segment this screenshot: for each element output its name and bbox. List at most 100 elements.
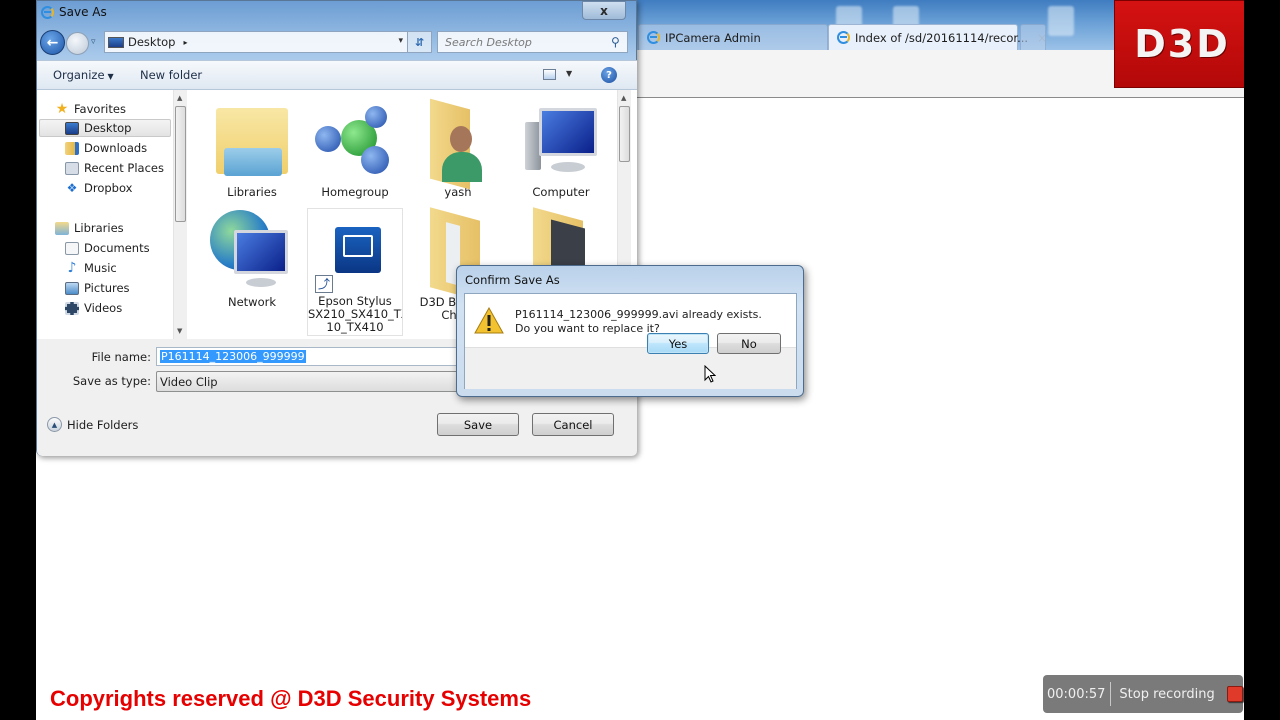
desktop-blur [1048, 6, 1074, 36]
nav-music[interactable]: ♪ Music [65, 259, 117, 277]
hide-folders-label: Hide Folders [67, 417, 139, 432]
nav-label: Videos [84, 301, 123, 315]
recording-timer: 00:00:57 [1047, 686, 1106, 702]
command-bar: Organize ▼ New folder ▼ ? [37, 60, 637, 90]
recorder-widget: 00:00:57 Stop recording [1043, 675, 1243, 713]
stop-icon[interactable] [1226, 686, 1243, 702]
navigation-pane: ★ Favorites Desktop Downloads Recent Pla… [37, 90, 187, 339]
scroll-up-icon[interactable]: ▲ [621, 94, 626, 102]
search-box[interactable]: ⚲ [437, 31, 628, 53]
file-name-label: File name: [91, 350, 151, 364]
close-button[interactable]: x [582, 1, 626, 20]
file-item[interactable]: Libraries [204, 98, 300, 199]
address-bar[interactable]: Desktop ▸ ▾ [104, 31, 408, 53]
change-view-icon[interactable] [543, 69, 556, 80]
help-icon[interactable]: ? [601, 67, 617, 83]
file-item[interactable]: Computer [513, 98, 609, 199]
ie-icon [41, 5, 54, 19]
new-tab-button[interactable] [1020, 24, 1046, 50]
nav-documents[interactable]: Documents [65, 239, 150, 257]
file-item[interactable]: ⤴ Epson Stylus SX210_SX410_TX2 10_TX410 … [307, 208, 403, 336]
stop-recording-label[interactable]: Stop recording [1119, 687, 1214, 702]
file-item[interactable]: Homegroup [307, 98, 403, 199]
file-item[interactable]: Network [204, 208, 300, 309]
nav-label: Libraries [74, 221, 124, 235]
no-button[interactable]: No [717, 333, 781, 354]
nav-libraries[interactable]: Libraries [55, 219, 124, 237]
file-name-value: P161114_123006_999999 [160, 350, 306, 363]
navigation-bar: ← ▿ Desktop ▸ ▾ ⇵ ⚲ [37, 29, 637, 57]
chevron-up-icon: ▲ [47, 417, 62, 432]
search-input[interactable] [438, 35, 611, 49]
file-name: Computer [532, 185, 590, 199]
recent-pages-dropdown[interactable]: ▿ [91, 37, 96, 47]
ie-icon [647, 31, 660, 44]
nav-recent-places[interactable]: Recent Places [65, 159, 164, 177]
refresh-button[interactable]: ⇵ [408, 31, 432, 53]
dropbox-icon: ❖ [66, 180, 78, 195]
nav-label: Dropbox [84, 181, 133, 195]
homegroup-icon [313, 98, 397, 182]
save-button[interactable]: Save [437, 413, 519, 436]
nav-label: Downloads [84, 141, 148, 155]
confirm-message: P161114_123006_999999.avi already exists… [515, 308, 762, 336]
new-folder-button[interactable]: New folder [140, 68, 202, 82]
breadcrumb-arrow-icon[interactable]: ▸ [183, 38, 187, 47]
mouse-cursor-icon [704, 365, 716, 383]
scrollbar-thumb[interactable] [619, 106, 630, 162]
nav-pane-scrollbar[interactable]: ▲ ▼ [173, 90, 187, 339]
file-name: Homegroup [321, 185, 389, 199]
back-button[interactable]: ← [40, 30, 65, 55]
nav-dropbox[interactable]: ❖ Dropbox [65, 179, 133, 197]
organize-label: Organize [53, 68, 105, 82]
nav-label: Desktop [84, 121, 132, 135]
screen: IPCamera Admin Index of /sd/20161114/rec… [36, 0, 1244, 720]
scrollbar-thumb[interactable] [175, 106, 186, 222]
star-icon: ★ [55, 100, 69, 117]
desktop-icon [108, 36, 124, 48]
scroll-down-icon[interactable]: ▼ [177, 327, 182, 335]
hide-folders-button[interactable]: ▲ Hide Folders [47, 417, 138, 432]
confirm-save-as-dialog: Confirm Save As P161114_123006_999999.av… [456, 265, 804, 397]
tab-label: Index of /sd/20161114/recor... [855, 30, 1029, 45]
file-name: Epson Stylus SX210_SX410_TX2 10_TX410 Ma… [308, 295, 402, 335]
yes-button[interactable]: Yes [647, 333, 709, 354]
nav-favorites[interactable]: ★ Favorites [55, 100, 126, 118]
file-name-input[interactable]: P161114_123006_999999 [156, 347, 476, 366]
user-folder-icon [416, 98, 500, 190]
nav-label: Pictures [84, 281, 130, 295]
save-as-type-label: Save as type: [72, 374, 151, 388]
chevron-down-icon: ▼ [107, 72, 114, 81]
network-icon [210, 208, 294, 292]
divider [1110, 682, 1112, 706]
dialog-title: Save As [59, 5, 107, 19]
copyright-watermark: Copyrights reserved @ D3D Security Syste… [50, 686, 532, 711]
nav-label: Music [84, 261, 117, 275]
nav-label: Documents [84, 241, 150, 255]
recent-places-icon [65, 161, 79, 175]
organize-menu[interactable]: Organize ▼ [53, 68, 114, 82]
breadcrumb-desktop[interactable]: Desktop [128, 35, 175, 49]
tab-ipcamera-admin[interactable]: IPCamera Admin [638, 24, 828, 50]
downloads-icon [65, 141, 79, 155]
cancel-button[interactable]: Cancel [532, 413, 614, 436]
nav-label: Favorites [74, 102, 126, 116]
scroll-up-icon[interactable]: ▲ [177, 94, 182, 102]
file-item[interactable]: yash [410, 98, 506, 199]
nav-pictures[interactable]: Pictures [65, 279, 130, 297]
shortcut-arrow-icon: ⤴ [315, 275, 333, 293]
forward-button[interactable] [66, 32, 89, 55]
message-line-1: P161114_123006_999999.avi already exists… [515, 308, 762, 321]
tab-label: IPCamera Admin [665, 30, 761, 45]
d3d-logo: D3D [1114, 0, 1244, 88]
view-options-dropdown[interactable]: ▼ [566, 69, 572, 78]
address-dropdown-icon[interactable]: ▾ [398, 36, 403, 46]
nav-downloads[interactable]: Downloads [65, 139, 147, 157]
computer-icon [519, 98, 603, 182]
pictures-icon [65, 281, 79, 295]
tab-index-of-sd[interactable]: Index of /sd/20161114/recor... × [828, 24, 1047, 50]
nav-desktop[interactable]: Desktop [39, 119, 171, 137]
search-icon[interactable]: ⚲ [611, 35, 627, 49]
save-as-type-select[interactable]: Video Clip [156, 371, 476, 392]
nav-videos[interactable]: Videos [65, 299, 122, 317]
